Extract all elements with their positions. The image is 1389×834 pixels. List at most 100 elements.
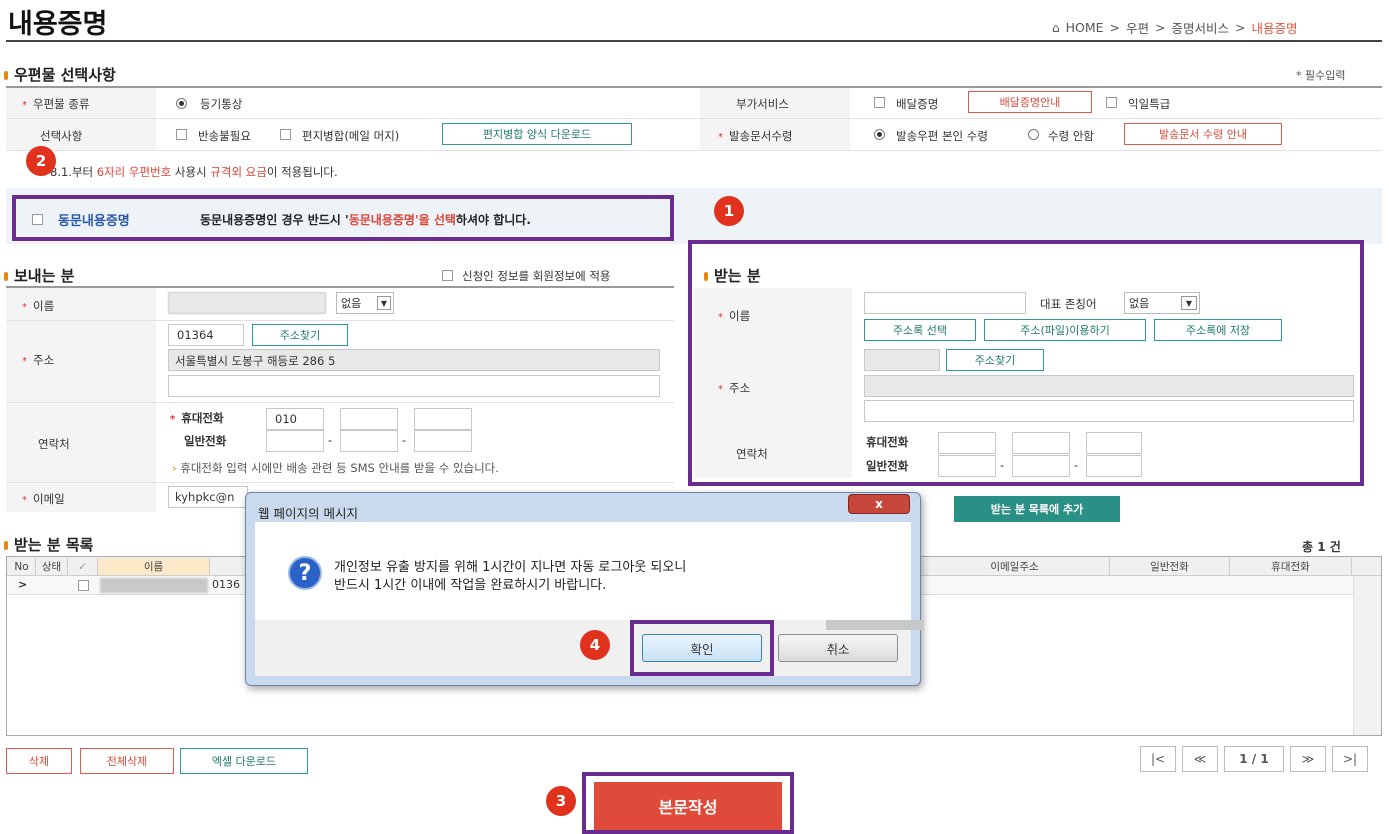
home-icon[interactable]: ⌂: [1052, 21, 1060, 35]
sender-mobile1-value: 010: [275, 412, 297, 426]
receiver-phone1-input[interactable]: [938, 455, 996, 477]
step-marker-3: 3: [546, 786, 576, 816]
receipt-self-radio[interactable]: [874, 129, 885, 140]
page-next-button[interactable]: ≫: [1290, 746, 1326, 772]
receipt-self-text: 발송우편 본인 수령: [896, 129, 988, 143]
col-name[interactable]: 이름: [98, 558, 210, 575]
breadcrumb: ⌂ HOME > 우편 > 증명서비스 > 내용증명: [1052, 18, 1298, 37]
receiver-mobile2-input[interactable]: [1012, 432, 1070, 454]
row-name-cell: [100, 578, 208, 593]
page-prev-button[interactable]: ≪: [1182, 746, 1218, 772]
notice-text: 8.1.부터 6자리 우편번호 사용시 규격외 요금이 적용됩니다.: [50, 165, 338, 179]
joint-checkbox[interactable]: [32, 214, 43, 225]
sender-honorific-value: 없음: [341, 297, 362, 310]
receiver-mobile1-input[interactable]: [938, 432, 996, 454]
page-last-button[interactable]: >|: [1332, 746, 1368, 772]
col-check[interactable]: ✓: [68, 558, 98, 575]
sender-zip-input[interactable]: 01364: [168, 324, 244, 346]
row-marker: >: [18, 578, 28, 591]
mail-type-value: 등기통상: [200, 97, 243, 111]
sender-mobile3-input[interactable]: [414, 408, 472, 430]
receipt-none-radio[interactable]: [1028, 129, 1039, 140]
mail-merge-text: 편지병합(메일 머지): [302, 129, 400, 143]
delivery-proof-checkbox[interactable]: [874, 97, 885, 108]
dialog-ok-button[interactable]: 확인: [642, 634, 762, 662]
receiver-mobile3-input[interactable]: [1086, 432, 1142, 454]
sender-mobile2-input[interactable]: [340, 408, 398, 430]
apply-member-checkbox[interactable]: [442, 270, 453, 281]
dialog-close-button[interactable]: x: [848, 494, 910, 514]
merge-download-button[interactable]: 편지병합 양식 다운로드: [442, 123, 632, 145]
col-phone[interactable]: 일반전화: [1110, 558, 1230, 575]
breadcrumb-home[interactable]: HOME: [1066, 20, 1104, 35]
dash: -: [1000, 458, 1005, 472]
receipt-guide-button[interactable]: 발송문서 수령 안내: [1124, 123, 1282, 145]
breadcrumb-cert[interactable]: 증명서비스: [1172, 18, 1230, 37]
breadcrumb-post[interactable]: 우편: [1126, 18, 1149, 37]
rep-honorific-label: 대표 존칭어: [1040, 297, 1097, 311]
sender-mobile-label: * 휴대전화: [170, 411, 224, 425]
receiver-address2-input[interactable]: [864, 400, 1354, 422]
col-email[interactable]: 이메일주소: [920, 558, 1110, 575]
choice-label: 선택사항: [40, 129, 83, 143]
receipt-label: * 발송문서수령: [718, 129, 793, 143]
col-no: No: [8, 558, 36, 575]
sender-address1-input[interactable]: 서울특별시 도봉구 해등로 286 5: [168, 349, 660, 371]
delete-all-button[interactable]: 전체삭제: [80, 748, 174, 774]
apply-member-text: 신청인 정보를 회원정보에 적용: [462, 269, 611, 283]
receiver-name-label: * 이름: [718, 309, 751, 323]
sender-address2-input[interactable]: [168, 375, 660, 397]
receiver-zip-input[interactable]: [864, 349, 940, 371]
dash: -: [328, 433, 333, 447]
receiver-phone-label: 일반전화: [866, 459, 909, 473]
joint-label: 동문내용증명: [58, 214, 130, 229]
options-row-divider: [6, 118, 1382, 119]
receiver-find-address-button[interactable]: 주소찾기: [946, 349, 1044, 371]
receiver-honorific-select[interactable]: 없음 ▼: [1124, 292, 1200, 314]
row-checkbox[interactable]: [78, 580, 89, 591]
mail-merge-checkbox[interactable]: [280, 129, 291, 140]
sender-email-input[interactable]: kyhpkc@n: [168, 486, 248, 508]
sender-mobile1-input[interactable]: 010: [266, 408, 324, 430]
excel-download-button[interactable]: 엑셀 다운로드: [180, 748, 308, 774]
next-day-checkbox[interactable]: [1106, 97, 1117, 108]
step-marker-1: 1: [714, 196, 744, 226]
page-first-button[interactable]: |<: [1140, 746, 1176, 772]
save-address-book-button[interactable]: 주소록에 저장: [1154, 319, 1282, 341]
delete-button[interactable]: 삭제: [6, 748, 72, 774]
row-zip-cell: 0136: [212, 578, 240, 591]
delivery-proof-guide-button[interactable]: 배달증명안내: [968, 91, 1092, 113]
receiver-address1-input[interactable]: [864, 375, 1354, 397]
receiver-mobile-label: 휴대전화: [866, 435, 909, 449]
next-day-text: 익일특급: [1128, 97, 1171, 111]
joint-notice: 동문내용증명인 경우 반드시 '동문내용증명'을 선택하셔야 합니다.: [200, 213, 531, 227]
sender-phone3-input[interactable]: [414, 430, 472, 452]
sender-phone2-input[interactable]: [340, 430, 398, 452]
receiver-phone3-input[interactable]: [1086, 455, 1142, 477]
return-needed-text: 반송불필요: [198, 129, 251, 143]
options-bottom: [6, 150, 1382, 151]
options-section-title: 우편물 선택사항: [4, 64, 116, 85]
address-book-select-button[interactable]: 주소록 선택: [864, 319, 976, 341]
sender-label-col: [6, 288, 156, 512]
add-to-list-button[interactable]: 받는 분 목록에 추가: [954, 496, 1120, 522]
chevron-down-icon: ▼: [1181, 296, 1197, 310]
chevron-down-icon: ▼: [377, 296, 391, 310]
dialog-cancel-button[interactable]: 취소: [778, 634, 898, 662]
list-scrollbar[interactable]: [1353, 576, 1381, 735]
sender-address-label: * 주소: [22, 353, 55, 367]
dialog-title: 웹 페이지의 메시지: [258, 506, 358, 521]
sender-name-input[interactable]: [168, 292, 326, 314]
mail-type-radio[interactable]: [176, 98, 187, 109]
return-needed-checkbox[interactable]: [176, 129, 187, 140]
sender-zip-value: 01364: [177, 328, 214, 342]
sender-honorific-select[interactable]: 없음 ▼: [336, 292, 394, 314]
compose-button[interactable]: 본문작성: [594, 782, 782, 830]
address-file-button[interactable]: 주소(파일)이용하기: [984, 319, 1146, 341]
extra-service-label: 부가서비스: [736, 97, 789, 111]
receiver-phone2-input[interactable]: [1012, 455, 1070, 477]
sender-find-address-button[interactable]: 주소찾기: [252, 324, 348, 346]
receiver-name-input[interactable]: [864, 292, 1026, 314]
sender-phone1-input[interactable]: [266, 430, 324, 452]
col-mobile[interactable]: 휴대전화: [1230, 558, 1352, 575]
